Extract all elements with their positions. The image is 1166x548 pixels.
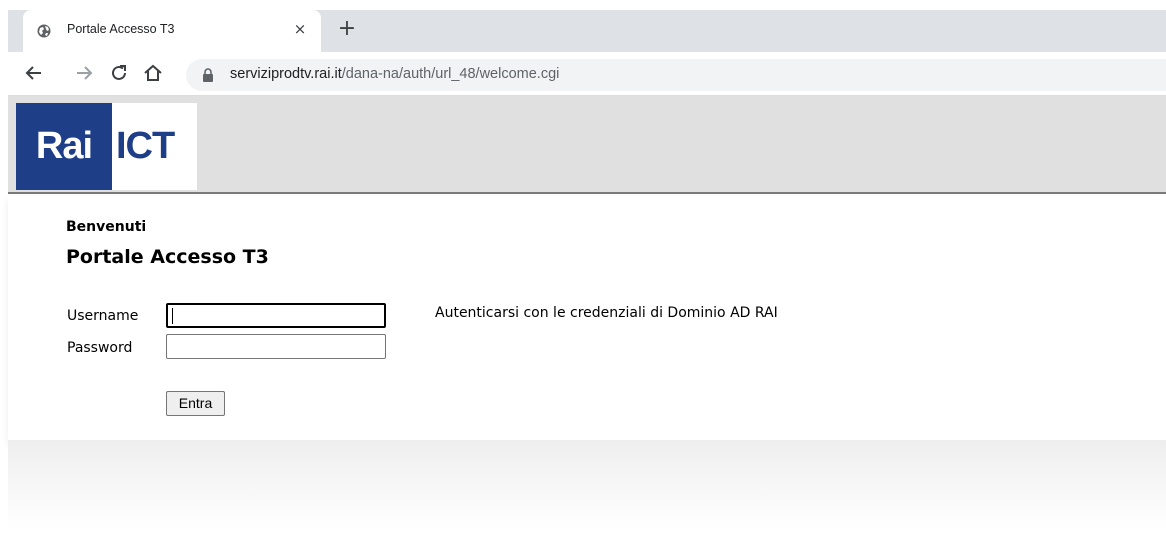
rai-ict-logo: Rai ICT [16, 103, 197, 190]
username-label: Username [67, 308, 139, 324]
page-header: Rai ICT [8, 96, 1166, 194]
reload-icon [112, 65, 126, 80]
back-button[interactable] [23, 62, 45, 84]
home-button[interactable] [142, 62, 164, 84]
login-panel: Benvenuti Portale Accesso T3 Username Au… [8, 196, 1166, 440]
back-arrow-icon [25, 66, 41, 80]
welcome-text: Benvenuti [66, 219, 147, 235]
password-field[interactable] [166, 334, 386, 359]
logo-rai: Rai [16, 103, 112, 190]
username-field[interactable] [166, 303, 386, 328]
logo-ict: ICT [116, 125, 175, 167]
browser-toolbar: serviziprodtv.rai.it/dana-na/auth/url_48… [8, 52, 1166, 96]
forward-arrow-icon [77, 66, 93, 80]
login-hint: Autenticarsi con le credenziali di Domin… [435, 305, 778, 321]
tab-strip: Portale Accesso T3 × + [8, 10, 1166, 52]
reload-button[interactable] [108, 62, 130, 84]
tab-title: Portale Accesso T3 [67, 22, 175, 36]
new-tab-button[interactable]: + [335, 17, 359, 41]
url-text: serviziprodtv.rai.it/dana-na/auth/url_48… [230, 66, 559, 82]
footer-area [8, 440, 1166, 530]
globe-icon [37, 24, 51, 38]
submit-button[interactable]: Entra [166, 391, 225, 416]
home-icon [144, 64, 162, 81]
url-path: /dana-na/auth/url_48/welcome.cgi [341, 66, 560, 82]
url-host: serviziprodtv.rai.it [230, 66, 342, 82]
browser-tab[interactable]: Portale Accesso T3 × [23, 10, 321, 52]
lock-icon [203, 68, 213, 82]
page-title: Portale Accesso T3 [66, 246, 269, 268]
address-bar[interactable]: serviziprodtv.rai.it/dana-na/auth/url_48… [186, 59, 1166, 91]
text-caret [172, 308, 173, 324]
forward-button[interactable] [73, 62, 95, 84]
password-label: Password [67, 340, 133, 356]
close-tab-icon[interactable]: × [292, 21, 308, 37]
